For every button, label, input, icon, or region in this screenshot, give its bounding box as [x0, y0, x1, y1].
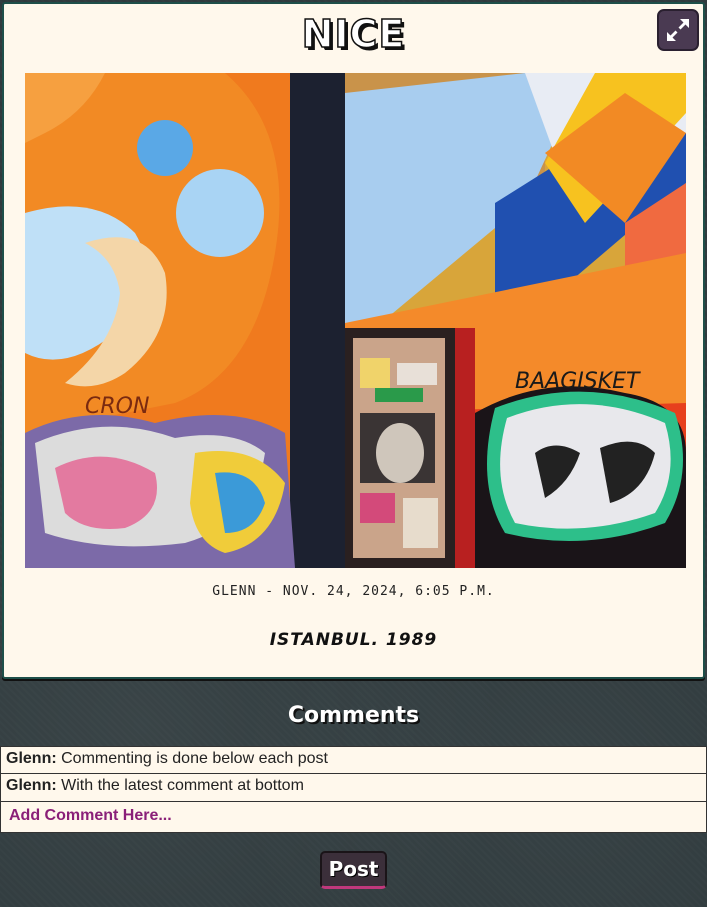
- comment-author: Glenn:: [6, 777, 57, 794]
- comment-author: Glenn:: [6, 750, 57, 767]
- post-caption: Istanbul. 1989: [269, 630, 438, 650]
- expand-arrows-icon: [667, 19, 689, 41]
- comment-text: With the latest comment at bottom: [61, 777, 304, 794]
- post-meta: Glenn - Nov. 24, 2024, 6:05 p.m.: [212, 584, 495, 599]
- comment-item: Glenn: Commenting is done below each pos…: [0, 746, 707, 774]
- post-card: NICE BAAGISKET CRON GLENN - NOV. 24, 202…: [2, 2, 705, 679]
- comment-text: Commenting is done below each post: [61, 750, 328, 767]
- svg-text:CRON: CRON: [85, 394, 149, 419]
- post-image[interactable]: BAAGISKET CRON: [25, 73, 686, 568]
- svg-text:BAAGISKET: BAAGISKET: [515, 369, 641, 394]
- post-title: NICE: [301, 11, 406, 57]
- post-comment-button[interactable]: Post: [320, 851, 387, 889]
- comments-heading: Comments: [287, 703, 420, 728]
- comment-item: Glenn: With the latest comment at bottom: [0, 774, 707, 802]
- expand-button[interactable]: [657, 9, 699, 51]
- comment-list: Glenn: Commenting is done below each pos…: [0, 746, 707, 833]
- add-comment-input[interactable]: Add Comment Here...: [0, 802, 707, 833]
